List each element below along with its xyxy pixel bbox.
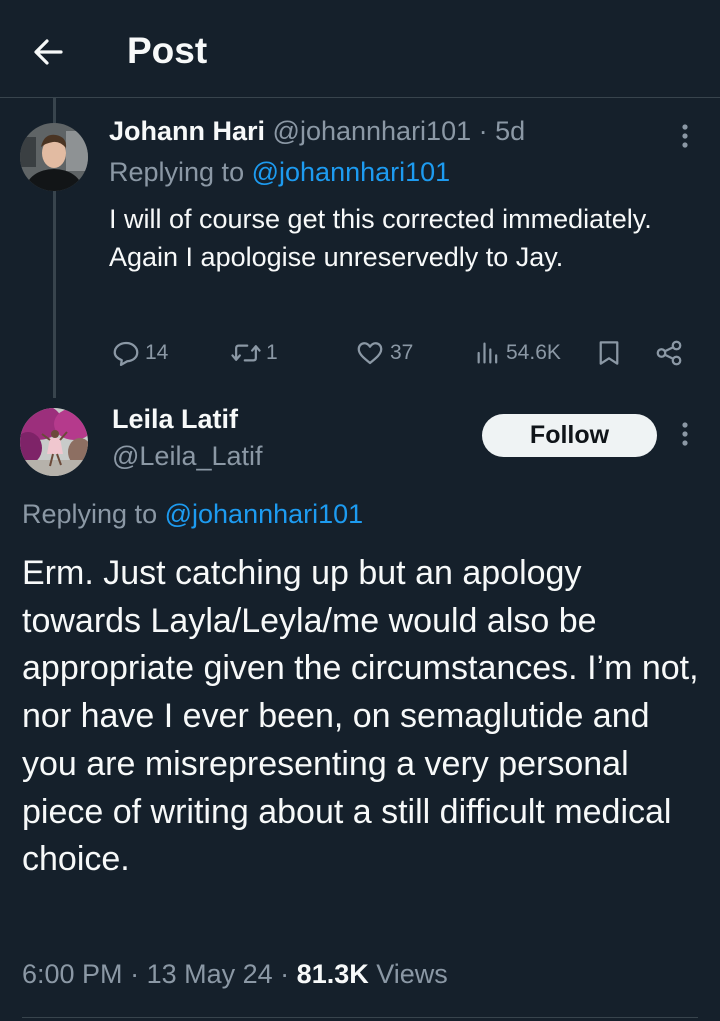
views-label: Views xyxy=(376,959,448,989)
views-total: 81.3K xyxy=(296,959,369,989)
divider xyxy=(22,1017,698,1018)
replying-to-line: Replying to @johannhari101 xyxy=(22,499,363,530)
repost-count: 1 xyxy=(266,341,278,364)
more-icon xyxy=(682,422,688,446)
like-action[interactable]: 37 xyxy=(354,338,413,368)
post-time[interactable]: 6:00 PM xyxy=(22,959,123,989)
more-options-button[interactable] xyxy=(675,118,695,158)
share-button[interactable] xyxy=(654,338,684,368)
more-icon xyxy=(682,124,688,148)
more-options-button[interactable] xyxy=(675,416,695,456)
author-handle[interactable]: @Leila_Latif xyxy=(112,441,263,472)
leila-latif-avatar-image xyxy=(20,408,88,476)
replying-to-handle[interactable]: @johannhari101 xyxy=(165,499,364,529)
replying-to-label: Replying to xyxy=(109,157,245,187)
avatar[interactable] xyxy=(20,123,88,191)
avatar[interactable] xyxy=(20,408,88,476)
views-count: 54.6K xyxy=(506,341,561,364)
bookmark-button[interactable] xyxy=(596,338,622,368)
author-name[interactable]: Johann Hari xyxy=(109,116,265,146)
author-name[interactable]: Leila Latif xyxy=(112,404,238,435)
post-date[interactable]: 13 May 24 xyxy=(147,959,273,989)
share-icon xyxy=(656,340,682,366)
back-button[interactable] xyxy=(30,34,66,70)
like-icon xyxy=(357,342,383,365)
replying-to-label: Replying to xyxy=(22,499,158,529)
follow-button[interactable]: Follow xyxy=(482,414,657,457)
johann-hari-avatar-image xyxy=(20,123,88,191)
views-action[interactable]: 54.6K xyxy=(474,338,561,368)
post-page: Post Johann Hari @johannhari101 · 5d Rep… xyxy=(0,0,720,1021)
views-icon xyxy=(477,342,498,364)
page-title: Post xyxy=(127,30,208,71)
author-handle[interactable]: @johannhari101 xyxy=(273,116,472,146)
replying-to-line: Replying to @johannhari101 xyxy=(109,157,450,188)
tweet-text: I will of course get this corrected imme… xyxy=(109,204,652,272)
reply-icon xyxy=(113,341,139,366)
post-meta: 6:00 PM · 13 May 24 · 81.3K Views xyxy=(22,959,448,989)
back-arrow-icon xyxy=(34,39,63,65)
reply-tweet-header: Johann Hari @johannhari101 · 5d xyxy=(109,116,525,147)
bookmark-icon xyxy=(599,341,619,365)
reply-action[interactable]: 14 xyxy=(111,338,168,368)
tweet-text: Erm. Just catching up but an apology tow… xyxy=(22,554,699,879)
top-bar: Post xyxy=(0,0,720,98)
post-age[interactable]: · 5d xyxy=(479,116,526,146)
like-count: 37 xyxy=(390,341,414,364)
replying-to-handle[interactable]: @johannhari101 xyxy=(252,157,451,187)
repost-action[interactable]: 1 xyxy=(230,338,278,368)
repost-icon xyxy=(231,344,261,362)
reply-count: 14 xyxy=(145,341,169,364)
